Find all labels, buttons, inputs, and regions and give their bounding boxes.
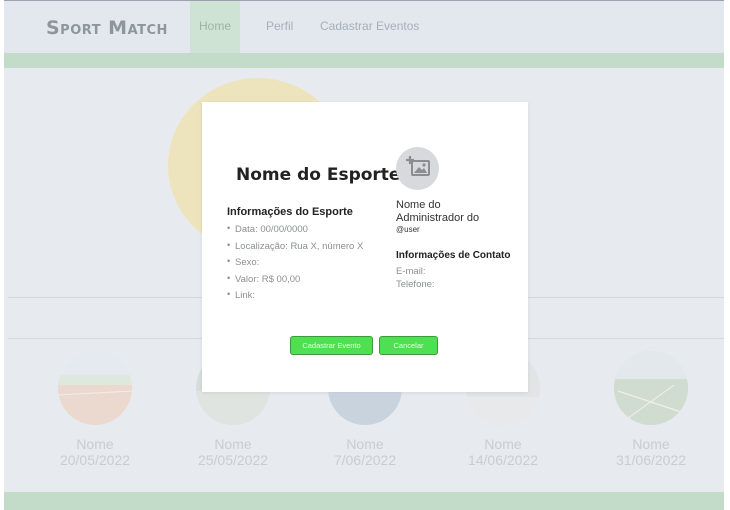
nav-cadastrar-eventos[interactable]: Cadastrar Eventos	[320, 1, 419, 53]
nav-home[interactable]: Home	[190, 1, 240, 53]
event-date: 31/06/2022	[615, 452, 687, 468]
admin-name: Nome do Administrador do	[396, 199, 496, 225]
email-label: E-mail:	[396, 266, 426, 277]
sport-info-list: Data: 00/00/0000 Localização: Rua X, núm…	[227, 222, 363, 306]
info-link: Link:	[227, 288, 363, 306]
event-date: 25/05/2022	[197, 452, 269, 468]
sport-info-title: Informações do Esporte	[227, 206, 353, 218]
event-modal: Nome do Esporte Informações do Esporte D…	[202, 102, 528, 392]
header-strip	[4, 53, 724, 68]
event-date: 7/06/2022	[333, 452, 397, 468]
event-name: Nome	[346, 436, 384, 452]
info-sex: Sexo:	[227, 255, 363, 273]
info-date: Data: 00/00/0000	[227, 222, 363, 240]
event-card[interactable]: Nome 31/06/2022	[596, 351, 706, 468]
nav-perfil[interactable]: Perfil	[266, 1, 293, 53]
info-price: Valor: R$ 00,00	[227, 272, 363, 290]
event-name: Nome	[214, 436, 252, 452]
brand-logo: Sport Match	[46, 17, 168, 39]
add-image-button[interactable]	[396, 147, 439, 190]
phone-label: Telefone:	[396, 279, 435, 290]
event-image	[58, 351, 132, 425]
event-name: Nome	[484, 436, 522, 452]
event-date: 20/05/2022	[59, 452, 131, 468]
info-location: Localização: Rua X, número X	[227, 239, 363, 257]
page: Sport Match Home Perfil Cadastrar Evento…	[0, 0, 730, 510]
event-name: Nome	[632, 436, 670, 452]
event-date: 14/06/2022	[467, 452, 539, 468]
cadastrar-evento-button[interactable]: Cadastrar Evento	[290, 336, 373, 355]
admin-username: @user	[396, 225, 420, 234]
add-image-icon	[405, 155, 431, 182]
admin-name-line: Administrador do	[396, 212, 480, 224]
modal-title: Nome do Esporte	[236, 165, 401, 185]
event-name: Nome	[76, 436, 114, 452]
cancel-button[interactable]: Cancelar	[379, 336, 438, 355]
admin-name-line: Nome do	[396, 199, 441, 211]
contact-info-title: Informações de Contato	[396, 250, 511, 261]
event-image	[614, 351, 688, 425]
footer-strip	[4, 492, 724, 510]
navbar: Sport Match Home Perfil Cadastrar Evento…	[4, 1, 724, 53]
event-card[interactable]: Nome 20/05/2022	[40, 351, 150, 468]
